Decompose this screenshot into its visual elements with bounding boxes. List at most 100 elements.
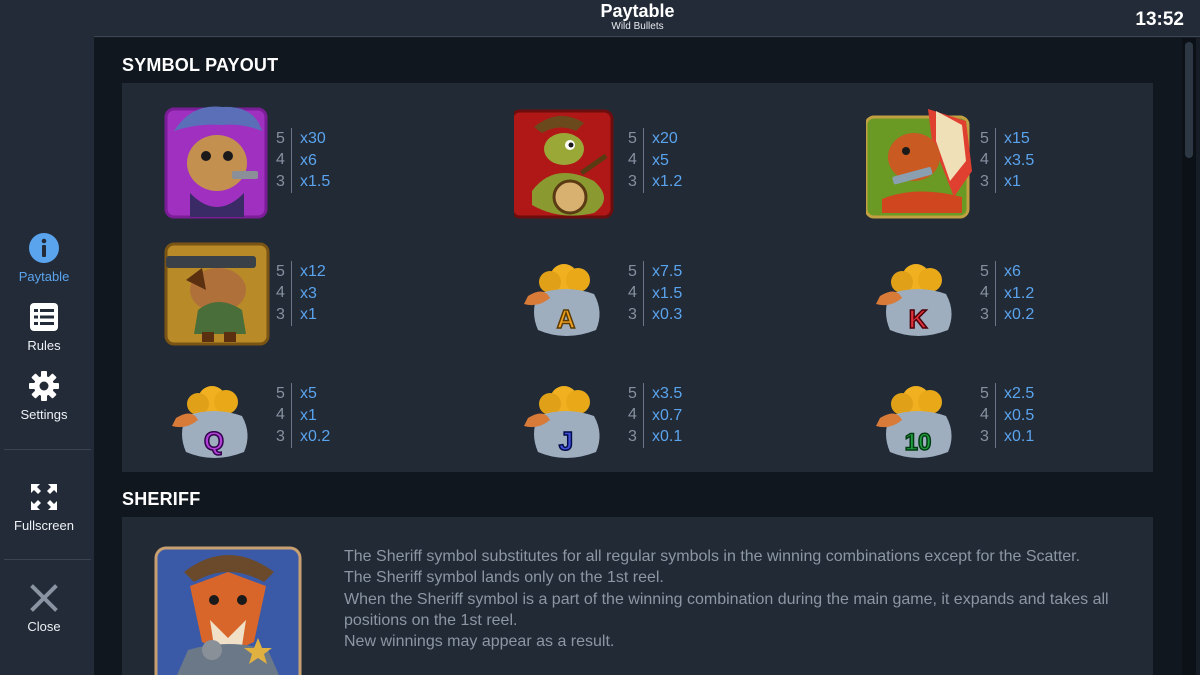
payout-values: 5 x15 4 x3.5 3 x1 (980, 128, 1034, 193)
nav-settings[interactable]: Settings (0, 369, 88, 422)
payout-multiplier: x0.2 (291, 426, 330, 448)
payout-multiplier: x1.2 (995, 282, 1034, 304)
symbol-count: 3 (628, 427, 637, 445)
scrollbar[interactable] (1182, 38, 1196, 675)
bulldog-gunner-icon (162, 234, 272, 354)
snake-banjo-icon (510, 101, 624, 221)
symbol-count: 4 (276, 151, 285, 169)
payout-multiplier: x1.5 (291, 171, 330, 193)
symbol-count: 3 (276, 305, 285, 323)
payout-multiplier: x6 (995, 261, 1021, 283)
nav-rules-label: Rules (27, 338, 61, 353)
svg-text:10: 10 (905, 429, 932, 456)
symbol-count: 4 (276, 284, 285, 302)
bison-chief-icon (864, 101, 976, 221)
symbol-payout-item: Q 5 x5 4 x1 3 x0.2 (162, 356, 492, 476)
symbol-count: 3 (628, 305, 637, 323)
nav-fullscreen[interactable]: Fullscreen (0, 480, 88, 533)
nav-close[interactable]: Close (0, 581, 88, 634)
page-title: Paytable (600, 1, 675, 21)
info-icon (27, 231, 61, 265)
payout-multiplier: x12 (291, 261, 326, 283)
gear-icon (27, 369, 61, 403)
svg-text:Q: Q (204, 426, 224, 456)
symbol-payout-title: SYMBOL PAYOUT (122, 55, 279, 75)
payout-values: 5 x3.5 4 x0.7 3 x0.1 (628, 383, 682, 448)
fullscreen-icon (27, 480, 61, 514)
money-bag-j-icon: J (514, 356, 624, 476)
sheriff-rule: The Sheriff symbol lands only on the 1st… (344, 569, 664, 587)
sheriff-description: The Sheriff symbol substitutes for all r… (344, 546, 1114, 652)
sheriff-rule: When the Sheriff symbol is a part of the… (344, 590, 1109, 629)
payout-values: 5 x6 4 x1.2 3 x0.2 (980, 261, 1034, 326)
symbol-count: 3 (628, 172, 637, 190)
symbol-count: 5 (276, 129, 285, 147)
symbol-count: 4 (980, 151, 989, 169)
symbol-payout-item: 5 x15 4 x3.5 3 x1 (864, 101, 1182, 221)
symbol-count: 5 (628, 262, 637, 280)
sheriff-title: SHERIFF (122, 489, 201, 509)
payout-multiplier: x30 (291, 128, 326, 150)
symbol-count: 5 (980, 262, 989, 280)
payout-values: 5 x12 4 x3 3 x1 (276, 261, 326, 326)
nav-close-label: Close (27, 619, 61, 634)
sheriff-rule: New winnings may appear as a result. (344, 633, 615, 651)
money-bag-a-icon: A (514, 234, 624, 354)
cat-cowgirl-icon (162, 101, 272, 221)
symbol-count: 3 (276, 172, 285, 190)
sidebar-divider (4, 449, 91, 450)
game-name: Wild Bullets (611, 21, 664, 32)
symbol-count: 4 (628, 406, 637, 424)
payout-multiplier: x20 (643, 128, 678, 150)
symbol-count: 5 (276, 262, 285, 280)
payout-multiplier: x1 (291, 404, 317, 426)
payout-multiplier: x3 (291, 282, 317, 304)
payout-values: 5 x7.5 4 x1.5 3 x0.3 (628, 261, 682, 326)
payout-values: 5 x30 4 x6 3 x1.5 (276, 128, 330, 193)
sidebar: Paytable Rules Settings Fullscreen Close (0, 0, 94, 675)
sheriff-panel: The Sheriff symbol substitutes for all r… (122, 517, 1153, 675)
payout-multiplier: x5 (291, 383, 317, 405)
symbol-payout-panel: 5 x30 4 x6 3 x1.5 5 x20 4 x5 3 x1.2 5 x1… (122, 83, 1153, 472)
header: Paytable Wild Bullets 13:52 (94, 0, 1200, 37)
symbol-payout-item: 5 x20 4 x5 3 x1.2 (510, 101, 844, 221)
nav-paytable[interactable]: Paytable (0, 231, 88, 284)
payout-multiplier: x3.5 (995, 149, 1034, 171)
payout-values: 5 x2.5 4 x0.5 3 x0.1 (980, 383, 1034, 448)
symbol-count: 5 (980, 384, 989, 402)
payout-multiplier: x0.3 (643, 304, 682, 326)
symbol-count: 4 (276, 406, 285, 424)
symbol-count: 4 (628, 284, 637, 302)
close-icon (27, 581, 61, 615)
symbol-count: 4 (980, 406, 989, 424)
svg-text:J: J (559, 426, 573, 456)
payout-multiplier: x1 (995, 171, 1021, 193)
svg-text:K: K (909, 304, 928, 334)
payout-multiplier: x0.1 (643, 426, 682, 448)
sidebar-divider (4, 559, 91, 560)
symbol-count: 4 (980, 284, 989, 302)
paytable-content[interactable]: SYMBOL PAYOUT 5 x30 4 x6 3 x1.5 5 x20 4 … (94, 38, 1182, 675)
payout-multiplier: x1 (291, 304, 317, 326)
symbol-payout-item: A 5 x7.5 4 x1.5 3 x0.3 (514, 234, 844, 354)
payout-multiplier: x0.2 (995, 304, 1034, 326)
money-bag-10-icon: 10 (866, 356, 976, 476)
payout-multiplier: x3.5 (643, 383, 682, 405)
paytable-screen: Paytable Rules Settings Fullscreen Close… (0, 0, 1200, 675)
svg-text:A: A (557, 304, 576, 334)
symbol-payout-item: 10 5 x2.5 4 x0.5 3 x0.1 (866, 356, 1182, 476)
symbol-count: 5 (980, 129, 989, 147)
symbol-count: 5 (628, 384, 637, 402)
symbol-count: 3 (276, 427, 285, 445)
payout-multiplier: x6 (291, 149, 317, 171)
payout-multiplier: x1.2 (643, 171, 682, 193)
symbol-payout-item: 5 x12 4 x3 3 x1 (162, 234, 492, 354)
symbol-payout-item: 5 x30 4 x6 3 x1.5 (162, 101, 492, 221)
nav-rules[interactable]: Rules (0, 300, 88, 353)
payout-values: 5 x5 4 x1 3 x0.2 (276, 383, 330, 448)
payout-multiplier: x15 (995, 128, 1030, 150)
scrollbar-thumb[interactable] (1185, 42, 1193, 158)
payout-multiplier: x0.5 (995, 404, 1034, 426)
symbol-count: 5 (628, 129, 637, 147)
money-bag-q-icon: Q (162, 356, 272, 476)
